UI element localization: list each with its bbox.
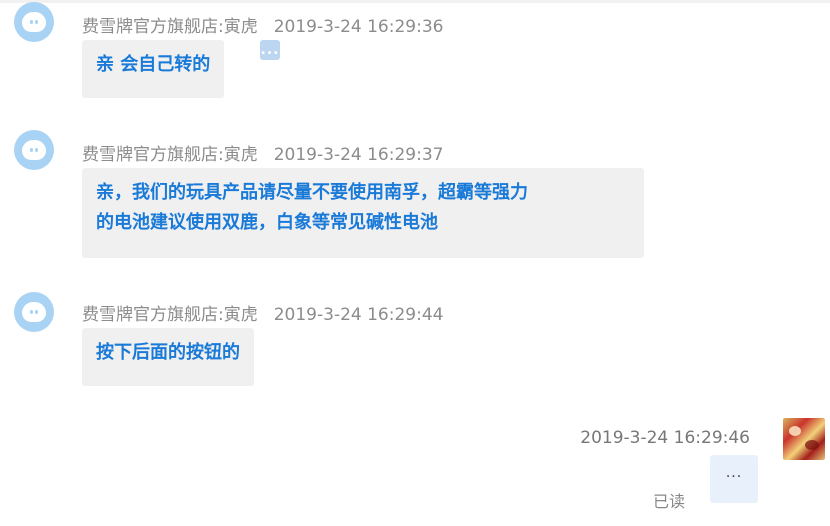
message-time: 2019-3-24 16:29:36	[273, 17, 444, 37]
shop-avatar-icon[interactable]	[14, 2, 54, 42]
message-meta: 费雪牌官方旗舰店:寅虎 2019-3-24 16:29:44	[82, 300, 443, 325]
outgoing-time: 2019-3-24 16:29:46	[580, 428, 750, 448]
shop-avatar-icon[interactable]	[14, 292, 54, 332]
message-time: 2019-3-24 16:29:44	[273, 305, 444, 325]
sender-name: 费雪牌官方旗舰店:寅虎	[82, 17, 258, 37]
message-text: 亲 会自己转的	[96, 54, 211, 75]
top-divider	[0, 0, 830, 3]
message-bubble: 亲，我们的玩具产品请尽量不要使用南孚，超霸等强力 的电池建议使用双鹿，白象等常见…	[82, 168, 644, 258]
message-text-line: 的电池建议使用双鹿，白象等常见碱性电池	[96, 212, 438, 233]
message-bubble: 按下后面的按钮的	[82, 328, 254, 386]
message-time: 2019-3-24 16:29:37	[273, 145, 444, 165]
message-bubble: 亲 会自己转的	[82, 40, 225, 98]
message-text: 按下后面的按钮的	[96, 342, 240, 363]
sender-name: 费雪牌官方旗舰店:寅虎	[82, 305, 258, 325]
message-text-line: 亲，我们的玩具产品请尽量不要使用南孚，超霸等强力	[96, 182, 528, 203]
message-meta: 费雪牌官方旗舰店:寅虎 2019-3-24 16:29:36	[82, 12, 443, 37]
user-avatar[interactable]	[783, 418, 825, 460]
shop-avatar-icon[interactable]	[14, 130, 54, 170]
more-options-icon[interactable]: ...	[260, 40, 280, 60]
read-status: 已读	[653, 492, 686, 511]
outgoing-message-bubble: ...	[710, 455, 758, 503]
message-meta: 费雪牌官方旗舰店:寅虎 2019-3-24 16:29:37	[82, 140, 443, 165]
sender-name: 费雪牌官方旗舰店:寅虎	[82, 145, 258, 165]
